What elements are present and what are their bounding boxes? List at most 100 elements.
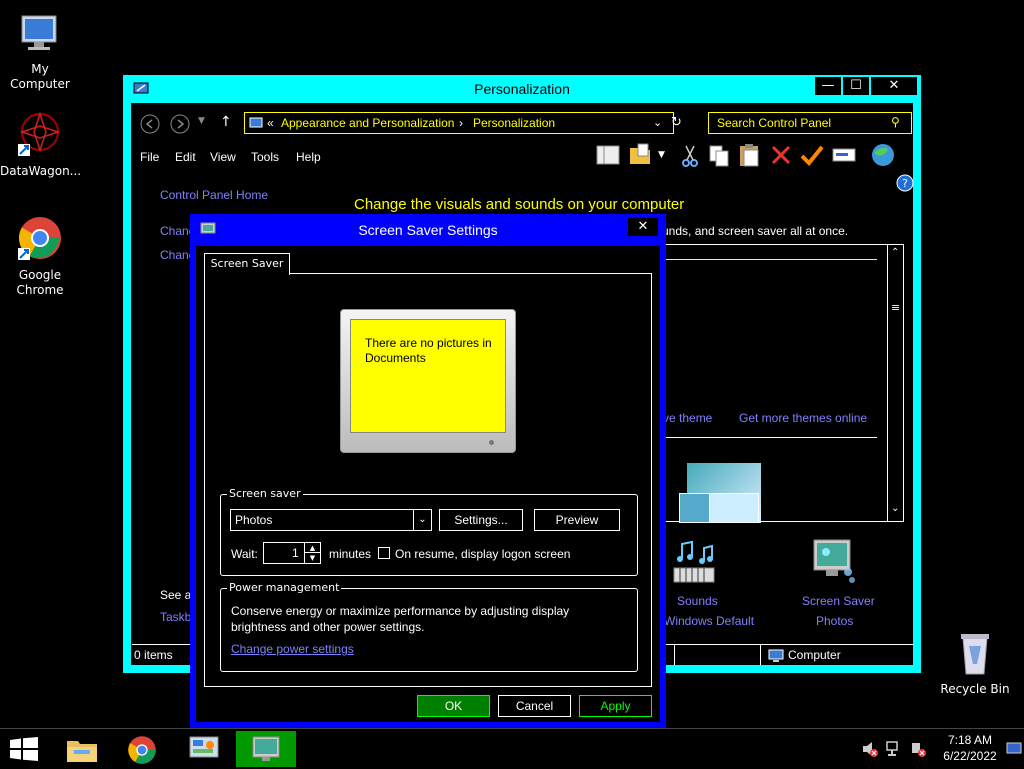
wait-value: 1 xyxy=(292,546,299,560)
rename-icon[interactable] xyxy=(832,146,856,168)
screen-saver-label[interactable]: Screen Saver xyxy=(802,594,875,608)
ok-button[interactable]: OK xyxy=(417,695,490,717)
menu-help[interactable]: Help xyxy=(296,150,321,164)
cancel-button[interactable]: Cancel xyxy=(498,695,571,717)
wait-stepper[interactable]: 1 ▲ ▼ xyxy=(263,542,321,564)
dialog-body: Screen Saver There are no pictures in Do… xyxy=(196,246,660,722)
taskbar-file-explorer[interactable] xyxy=(52,731,112,767)
page-heading: Change the visuals and sounds on your co… xyxy=(354,196,685,213)
save-theme-link[interactable]: ve theme xyxy=(663,411,712,425)
layout-icon[interactable] xyxy=(596,144,620,170)
start-windows-icon[interactable] xyxy=(10,737,38,765)
divider xyxy=(674,645,675,665)
globe-icon[interactable] xyxy=(870,142,896,172)
back-icon[interactable] xyxy=(140,114,160,138)
desktop-icon-label: DataWagon... xyxy=(0,164,82,178)
get-more-themes-link[interactable]: Get more themes online xyxy=(739,411,867,425)
sounds-icon[interactable] xyxy=(672,540,718,590)
search-icon[interactable]: ⚲ xyxy=(891,115,900,129)
taskbar-screen-saver-settings[interactable] xyxy=(236,731,296,767)
control-panel-icon xyxy=(249,116,263,135)
desktop-icon-recycle-bin[interactable]: Recycle Bin xyxy=(935,630,1015,697)
search-input[interactable]: Search Control Panel ⚲ xyxy=(708,112,912,134)
clock[interactable]: 7:18 AM 6/22/2022 xyxy=(936,732,1004,764)
menu-tools[interactable]: Tools xyxy=(251,150,279,164)
taskbar-control-panel[interactable] xyxy=(174,731,234,767)
apply-button[interactable]: Apply xyxy=(579,695,652,717)
scroll-up-icon[interactable]: ⌃ xyxy=(891,247,899,258)
svg-text:?: ? xyxy=(902,177,908,190)
see-also-heading: See al xyxy=(160,588,195,602)
taskbar-chrome[interactable] xyxy=(112,731,172,767)
volume-muted-icon[interactable] xyxy=(862,741,878,761)
close-button[interactable]: ✕ xyxy=(628,218,658,236)
scroll-thumb[interactable]: ≡ xyxy=(891,301,900,314)
forward-icon[interactable] xyxy=(170,114,190,138)
power-led xyxy=(489,440,494,445)
menu-edit[interactable]: Edit xyxy=(175,150,196,164)
settings-button[interactable]: Settings... xyxy=(439,509,523,531)
sounds-value[interactable]: Windows Default xyxy=(664,614,754,628)
breadcrumb-prefix: « xyxy=(267,116,274,130)
recycle-bin-icon xyxy=(951,630,999,678)
resume-checkbox[interactable] xyxy=(378,547,390,559)
themes-list[interactable]: ve theme Get more themes online ⌃ ≡ ⌄ xyxy=(662,244,904,523)
properties-checkmark-icon[interactable] xyxy=(800,144,824,170)
scroll-down-icon[interactable]: ⌄ xyxy=(891,503,899,514)
taskbar: 7:18 AM 6/22/2022 xyxy=(0,728,1024,768)
desktop-icon-chrome[interactable]: Google Chrome xyxy=(0,216,80,298)
menu-file[interactable]: File xyxy=(140,150,159,164)
folder-options-icon[interactable] xyxy=(628,142,652,170)
history-dropdown-icon[interactable]: ▼ xyxy=(198,116,205,126)
taskbar-link[interactable]: Taskb xyxy=(160,610,191,624)
control-panel-home-link[interactable]: Control Panel Home xyxy=(160,188,268,202)
preview-message: There are no pictures in Documents xyxy=(365,336,492,365)
copy-icon[interactable] xyxy=(708,144,730,172)
desktop-icon-my-computer[interactable]: My Computer xyxy=(0,10,80,92)
cut-icon[interactable] xyxy=(680,144,700,172)
screen-saver-select[interactable]: Photos ⌄ xyxy=(230,509,432,531)
screen-saver-icon[interactable] xyxy=(810,538,858,590)
chevron-down-icon[interactable]: ⌄ xyxy=(653,116,662,129)
refresh-icon[interactable]: ↻ xyxy=(671,115,682,130)
desktop-icon-datawagon[interactable]: DataWagon... xyxy=(0,111,82,179)
preview-button[interactable]: Preview xyxy=(534,509,620,531)
minimize-button[interactable]: — xyxy=(815,77,841,95)
screen-saver-settings-dialog: Screen Saver Settings ✕ Screen Saver The… xyxy=(190,214,666,728)
chrome-icon xyxy=(16,216,64,264)
computer-icon xyxy=(768,648,784,667)
dialog-title: Screen Saver Settings xyxy=(358,222,498,238)
address-bar[interactable]: « Appearance and Personalization › Perso… xyxy=(244,112,682,135)
chrome-icon xyxy=(127,735,157,769)
group-label: Screen saver xyxy=(227,487,303,500)
chevron-down-icon[interactable]: ▼ xyxy=(658,150,665,160)
screen-saver-value[interactable]: Photos xyxy=(816,614,853,628)
theme-thumbnail[interactable] xyxy=(673,463,763,523)
network-icon[interactable] xyxy=(886,741,902,761)
help-icon[interactable]: ? xyxy=(896,174,914,196)
breadcrumb-appearance[interactable]: Appearance and Personalization xyxy=(281,116,454,130)
control-panel-icon xyxy=(188,735,220,767)
status-computer: Computer xyxy=(788,648,841,662)
change-power-settings-link[interactable]: Change power settings xyxy=(231,642,354,656)
show-desktop-icon[interactable] xyxy=(1006,741,1022,760)
breadcrumb-personalization[interactable]: Personalization xyxy=(473,116,555,130)
scrollbar[interactable]: ⌃ ≡ ⌄ xyxy=(887,245,904,521)
chevron-down-icon[interactable]: ⌄ xyxy=(413,510,431,530)
tab-screen-saver[interactable]: Screen Saver xyxy=(204,253,290,275)
delete-icon[interactable] xyxy=(770,144,792,170)
menu-view[interactable]: View xyxy=(210,150,236,164)
maximize-button[interactable]: ☐ xyxy=(843,77,869,95)
close-button[interactable]: ✕ xyxy=(871,77,917,95)
resume-label[interactable]: On resume, display logon screen xyxy=(395,547,570,561)
stepper-up-icon[interactable]: ▲ xyxy=(304,543,320,553)
up-arrow-icon[interactable]: ↑ xyxy=(220,114,232,130)
tab-panel: There are no pictures in Documents Scree… xyxy=(204,273,652,687)
action-center-icon[interactable] xyxy=(910,741,926,761)
preview-screen: There are no pictures in Documents xyxy=(350,319,506,433)
sounds-label[interactable]: Sounds xyxy=(677,594,718,608)
paste-icon[interactable] xyxy=(738,142,762,172)
stepper-down-icon[interactable]: ▼ xyxy=(304,553,320,563)
screen-saver-group: Screen saver Photos ⌄ Settings... Previe… xyxy=(220,487,638,576)
desktop-icon-label: Google Chrome xyxy=(16,268,64,297)
